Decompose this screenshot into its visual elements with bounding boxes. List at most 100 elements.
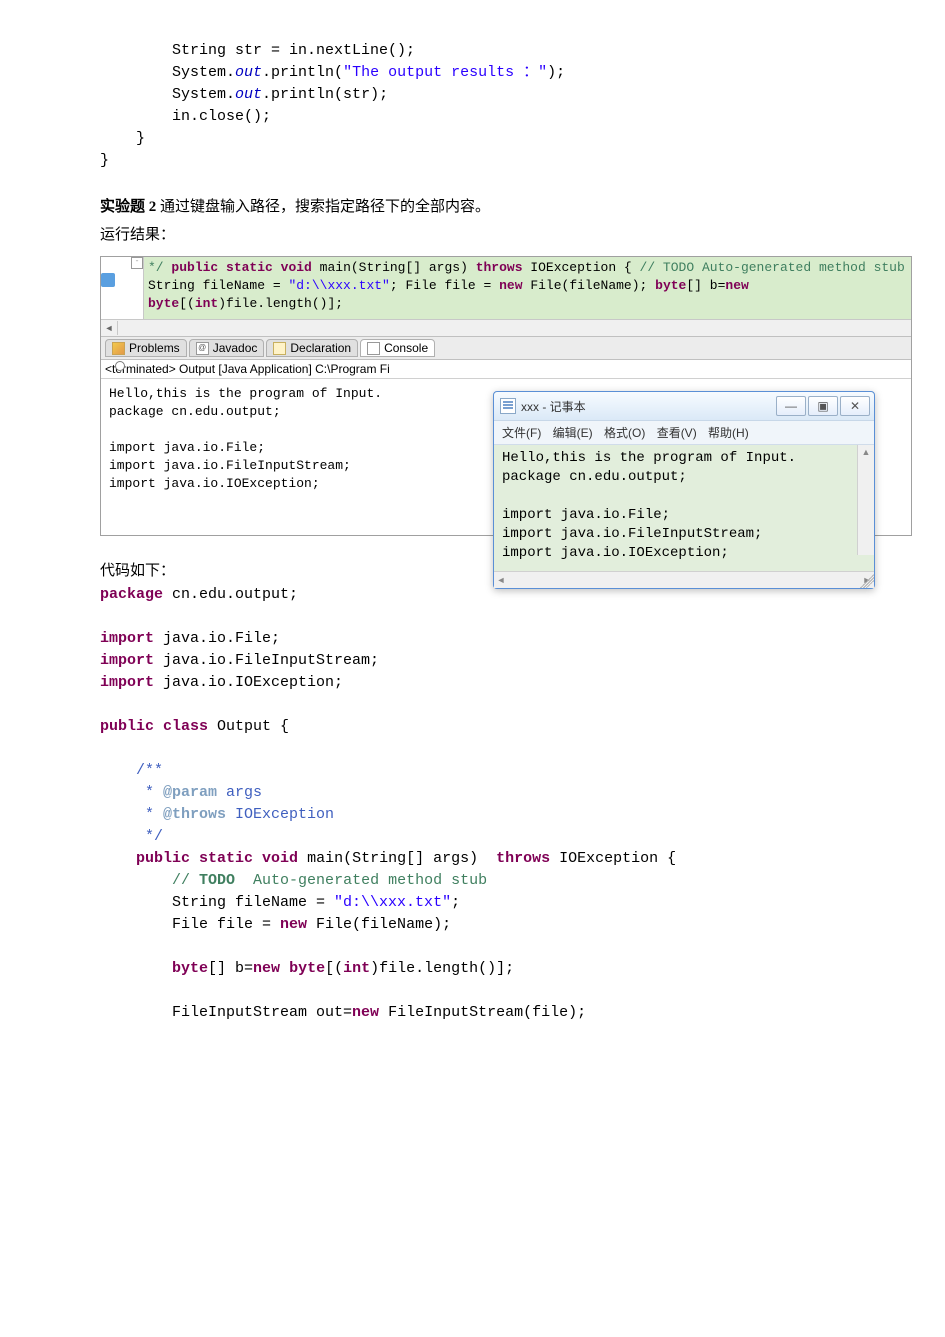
exercise-desc: 通过键盘输入路径，搜索指定路径下的全部内容。 xyxy=(156,199,490,215)
comment: Auto-generated method stub xyxy=(235,872,487,889)
editor-gutter: - xyxy=(101,257,144,319)
code-bottom: package cn.edu.output; import java.io.Fi… xyxy=(100,584,845,1024)
code-token xyxy=(100,960,172,977)
code-token: File(fileName); xyxy=(523,278,648,293)
doctag: @throws xyxy=(163,806,226,823)
menu-format[interactable]: 格式(O) xyxy=(604,426,645,440)
code-line: File file = xyxy=(405,278,499,293)
code-token: ); xyxy=(547,64,565,81)
code-line: String fileName = xyxy=(148,278,288,293)
keyword: static xyxy=(190,850,253,867)
keyword: int xyxy=(343,960,370,977)
notepad-vscroll[interactable]: ▲ xyxy=(857,445,874,555)
keyword: import xyxy=(100,652,154,669)
code-token: java.io.IOException; xyxy=(154,674,343,691)
code-token: main(String[] args) xyxy=(298,850,496,867)
code-token: )file.length()]; xyxy=(218,296,343,311)
breakpoint-icon[interactable] xyxy=(115,361,125,371)
code-line: String str = in.nextLine(); xyxy=(100,42,415,59)
notepad-titlebar[interactable]: xxx - 记事本 — ▣ ✕ xyxy=(494,392,874,421)
code-token: java.io.File; xyxy=(154,630,280,647)
code-token xyxy=(100,850,136,867)
keyword: throws xyxy=(496,850,550,867)
code-token: main(String[] args) xyxy=(312,260,476,275)
code-token: [( xyxy=(325,960,343,977)
keyword: public static void xyxy=(171,260,311,275)
menu-view[interactable]: 查看(V) xyxy=(657,426,697,440)
views-tab-bar: Problems @ Javadoc Declaration Console xyxy=(101,336,911,360)
keyword: package xyxy=(100,586,163,603)
code-line: } xyxy=(100,130,145,147)
code-token: Output { xyxy=(208,718,289,735)
javadoc: IOException xyxy=(226,806,334,823)
editor-hscroll[interactable]: ◄ xyxy=(101,319,911,336)
code-token: [( xyxy=(179,296,195,311)
run-result-label: 运行结果： xyxy=(100,222,845,248)
string-literal: "d:\\xxx.txt" xyxy=(334,894,451,911)
maximize-button[interactable]: ▣ xyxy=(808,396,838,416)
code-token: .println(str); xyxy=(262,86,388,103)
fold-minus-icon[interactable]: - xyxy=(131,257,143,269)
tab-javadoc[interactable]: @ Javadoc xyxy=(189,339,265,357)
string-literal: "The output results ：" xyxy=(343,64,547,81)
code-token: cn.edu.output; xyxy=(163,586,298,603)
keyword: byte xyxy=(280,960,325,977)
code-token: String fileName = xyxy=(100,894,334,911)
comment: // TODO Auto-generated method stub xyxy=(640,260,905,275)
notepad-hscroll[interactable]: ◄ ► xyxy=(494,571,874,588)
code-token: out xyxy=(235,64,262,81)
menu-file[interactable]: 文件(F) xyxy=(502,426,541,440)
code-token: out xyxy=(235,86,262,103)
keyword: import xyxy=(100,674,154,691)
todo-tag: TODO xyxy=(199,872,235,889)
code-token: ; xyxy=(390,278,398,293)
code-line: } xyxy=(100,152,109,169)
code-token: )file.length()]; xyxy=(370,960,514,977)
tab-label: Console xyxy=(384,341,428,355)
javadoc: /** xyxy=(100,762,163,779)
code-token: File file = xyxy=(100,916,280,933)
code-line: System. xyxy=(100,64,235,81)
tab-declaration[interactable]: Declaration xyxy=(266,339,358,357)
code-token: ; xyxy=(451,894,460,911)
keyword: throws xyxy=(476,260,523,275)
scroll-left-icon[interactable]: ◄ xyxy=(494,573,508,587)
resize-grip-icon[interactable] xyxy=(860,574,874,588)
notepad-title: xxx - 记事本 xyxy=(521,398,776,415)
code-line: System. xyxy=(100,86,235,103)
keyword: public xyxy=(136,850,190,867)
minimize-button[interactable]: — xyxy=(776,396,806,416)
code-token: java.io.FileInputStream; xyxy=(154,652,379,669)
notepad-app-icon xyxy=(500,398,516,414)
ide-screenshot: - */ public static void main(String[] ar… xyxy=(100,256,912,536)
declaration-icon xyxy=(273,342,286,355)
code-line: in.close(); xyxy=(100,108,271,125)
editor-code[interactable]: */ public static void main(String[] args… xyxy=(144,257,911,319)
problems-icon xyxy=(112,342,125,355)
javadoc: */ xyxy=(100,828,163,845)
code-token: IOException { xyxy=(523,260,632,275)
notepad-window[interactable]: xxx - 记事本 — ▣ ✕ 文件(F) 编辑(E) 格式(O) 查看(V) … xyxy=(493,391,875,589)
scroll-left-icon[interactable]: ◄ xyxy=(101,321,118,335)
tab-label: Declaration xyxy=(290,341,351,355)
code-token: FileInputStream out= xyxy=(100,1004,352,1021)
keyword: new xyxy=(499,278,522,293)
javadoc: args xyxy=(217,784,262,801)
menu-help[interactable]: 帮助(H) xyxy=(708,426,749,440)
keyword: byte xyxy=(172,960,208,977)
menu-edit[interactable]: 编辑(E) xyxy=(553,426,593,440)
notepad-body[interactable]: Hello,this is the program of Input. pack… xyxy=(494,445,874,571)
close-button[interactable]: ✕ xyxy=(840,396,870,416)
override-marker-icon xyxy=(101,273,115,287)
tab-console[interactable]: Console xyxy=(360,339,435,357)
code-token: .println( xyxy=(262,64,343,81)
exercise-title: 实验题 2 通过键盘输入路径，搜索指定路径下的全部内容。 xyxy=(100,194,845,220)
console-header: <terminated> Output [Java Application] C… xyxy=(101,360,911,379)
keyword: byte xyxy=(655,278,686,293)
tab-problems[interactable]: Problems xyxy=(105,339,187,357)
notepad-menu: 文件(F) 编辑(E) 格式(O) 查看(V) 帮助(H) xyxy=(494,421,874,445)
javadoc: * xyxy=(100,806,163,823)
tab-label: Javadoc xyxy=(213,341,258,355)
comment: // xyxy=(172,872,199,889)
scroll-up-icon[interactable]: ▲ xyxy=(859,445,873,459)
